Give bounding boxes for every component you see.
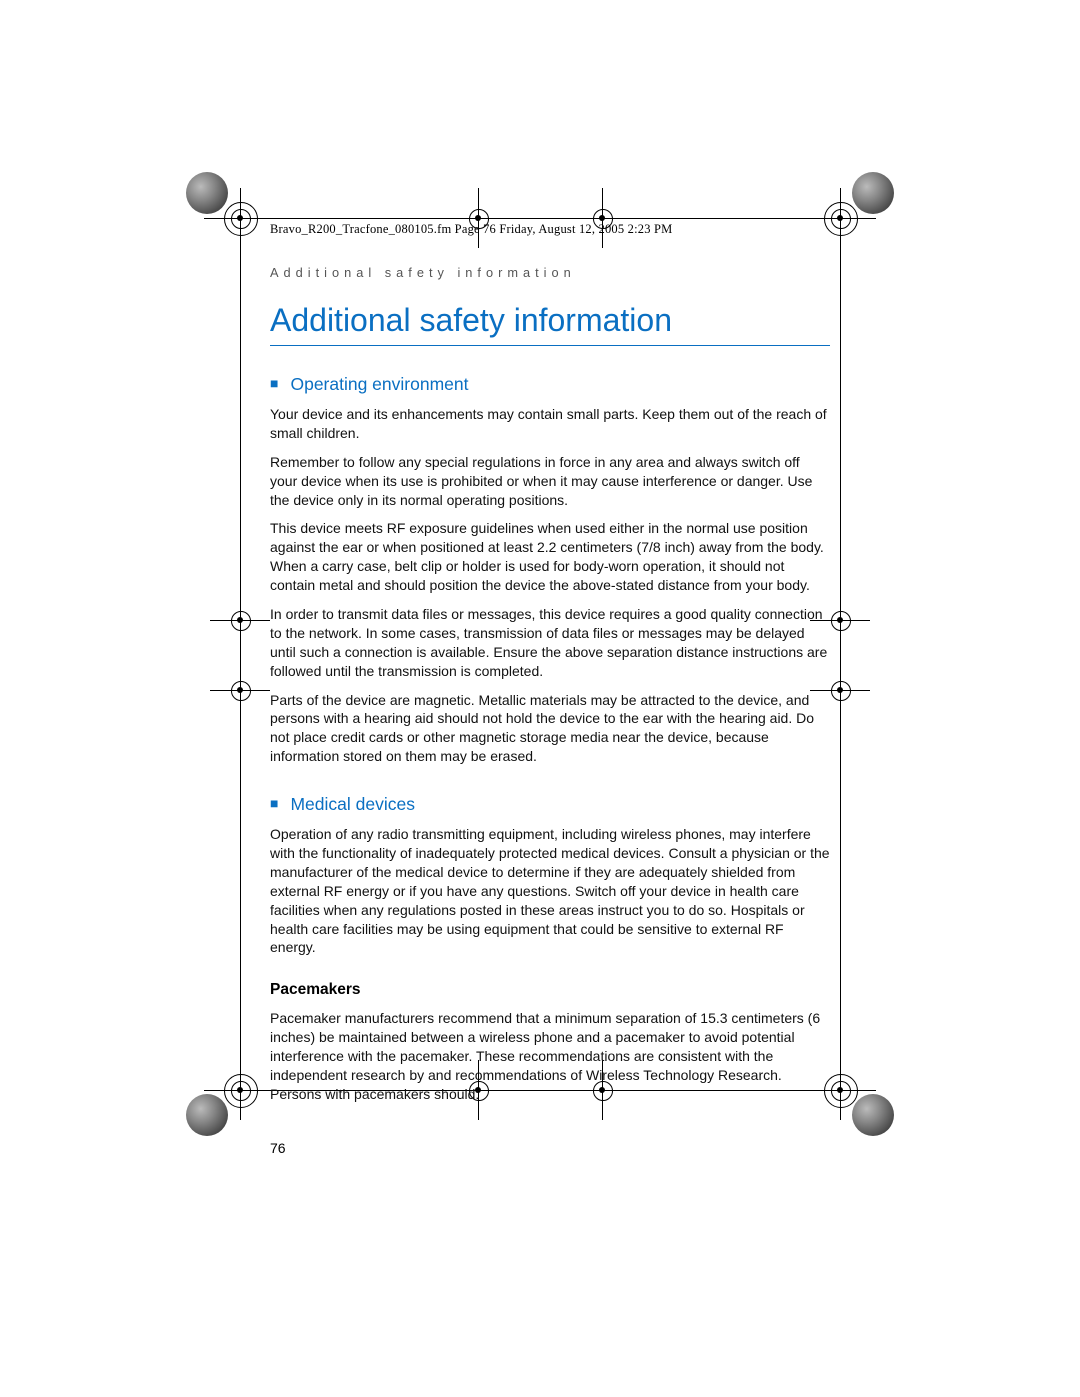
body-paragraph: Your device and its enhancements may con…: [270, 405, 830, 443]
body-paragraph: Pacemaker manufacturers recommend that a…: [270, 1009, 830, 1103]
corner-ball-top-left: [186, 172, 228, 214]
crop-line-right: [840, 190, 841, 1110]
crop-line-top: [204, 218, 876, 219]
content-area: Bravo_R200_Tracfone_080105.fm Page 76 Fr…: [270, 222, 830, 1156]
page-title: Additional safety information: [270, 302, 830, 339]
page-root: Bravo_R200_Tracfone_080105.fm Page 76 Fr…: [0, 0, 1080, 1397]
corner-ball-top-right: [852, 172, 894, 214]
body-paragraph: Parts of the device are magnetic. Metall…: [270, 691, 830, 767]
body-paragraph: Remember to follow any special regulatio…: [270, 453, 830, 510]
page-number: 76: [270, 1140, 830, 1156]
running-head: Additional safety information: [270, 265, 830, 280]
section-heading-operating-environment: Operating environment: [270, 374, 830, 395]
corner-ball-bottom-left: [186, 1094, 228, 1136]
file-tag: Bravo_R200_Tracfone_080105.fm Page 76 Fr…: [270, 222, 830, 237]
body-paragraph: Operation of any radio transmitting equi…: [270, 825, 830, 957]
title-rule: [270, 345, 830, 346]
crop-line-left: [240, 190, 241, 1110]
section-heading-medical-devices: Medical devices: [270, 794, 830, 815]
body-paragraph: In order to transmit data files or messa…: [270, 605, 830, 681]
subsection-heading-pacemakers: Pacemakers: [270, 981, 830, 999]
corner-ball-bottom-right: [852, 1094, 894, 1136]
body-paragraph: This device meets RF exposure guidelines…: [270, 519, 830, 595]
